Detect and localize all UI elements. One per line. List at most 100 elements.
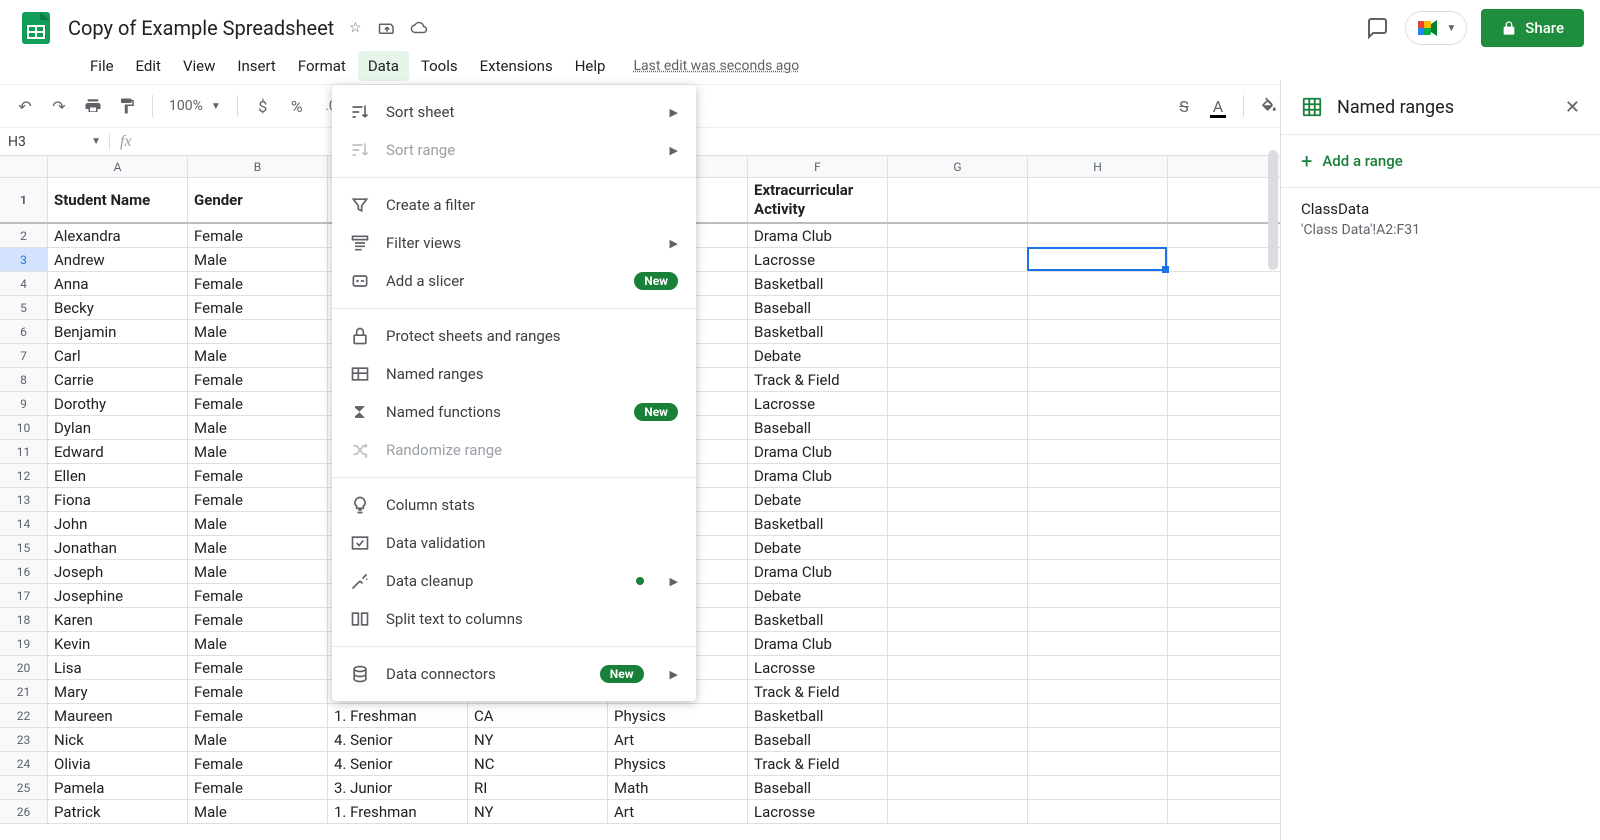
cell[interactable]: Male (188, 536, 328, 559)
row-header[interactable]: 13 (0, 488, 48, 511)
column-header-H[interactable]: H (1028, 156, 1168, 177)
menu-item-add-a-slicer[interactable]: Add a slicerNew (332, 262, 696, 300)
cell[interactable]: Andrew (48, 248, 188, 271)
header-cell[interactable]: Student Name (48, 178, 188, 222)
cell[interactable] (1028, 608, 1168, 631)
cell[interactable] (888, 296, 1028, 319)
cell[interactable]: Track & Field (748, 680, 888, 703)
cell[interactable] (1028, 512, 1168, 535)
star-icon[interactable]: ☆ (346, 19, 364, 37)
vertical-scrollbar[interactable] (1266, 150, 1280, 790)
cell[interactable]: Anna (48, 272, 188, 295)
cell[interactable]: Drama Club (748, 440, 888, 463)
meet-button[interactable]: ▼ (1405, 11, 1467, 45)
cell[interactable] (888, 392, 1028, 415)
last-edit-link[interactable]: Last edit was seconds ago (633, 58, 799, 74)
close-icon[interactable]: ✕ (1565, 97, 1580, 118)
cell[interactable]: Female (188, 272, 328, 295)
cell[interactable]: Debate (748, 584, 888, 607)
cell[interactable]: Baseball (748, 416, 888, 439)
cell[interactable]: Josephine (48, 584, 188, 607)
cell[interactable] (888, 632, 1028, 655)
row-header[interactable]: 18 (0, 608, 48, 631)
cell[interactable]: Baseball (748, 776, 888, 799)
row-header[interactable]: 2 (0, 224, 48, 247)
menu-tools[interactable]: Tools (411, 51, 468, 81)
cell[interactable] (1028, 632, 1168, 655)
cell[interactable] (1028, 464, 1168, 487)
cell[interactable] (1028, 680, 1168, 703)
cell[interactable]: Carrie (48, 368, 188, 391)
cell[interactable]: John (48, 512, 188, 535)
row-header[interactable]: 15 (0, 536, 48, 559)
cell[interactable] (888, 368, 1028, 391)
cell[interactable]: Female (188, 368, 328, 391)
cell[interactable]: Baseball (748, 296, 888, 319)
cell[interactable]: Physics (608, 752, 748, 775)
row-header[interactable]: 9 (0, 392, 48, 415)
strikethrough-button[interactable]: S (1169, 91, 1199, 121)
cell[interactable]: Nick (48, 728, 188, 751)
cell[interactable]: Alexandra (48, 224, 188, 247)
row-header[interactable]: 19 (0, 632, 48, 655)
cell[interactable]: NC (468, 752, 608, 775)
row-header[interactable]: 1 (0, 178, 48, 222)
row-header[interactable]: 24 (0, 752, 48, 775)
cloud-icon[interactable] (410, 19, 428, 37)
row-header[interactable]: 22 (0, 704, 48, 727)
row-header[interactable]: 20 (0, 656, 48, 679)
cell[interactable]: Lacrosse (748, 392, 888, 415)
cell[interactable]: Female (188, 296, 328, 319)
row-header[interactable]: 7 (0, 344, 48, 367)
cell[interactable]: Female (188, 392, 328, 415)
cell[interactable]: 4. Senior (328, 728, 468, 751)
cell[interactable]: Track & Field (748, 752, 888, 775)
cell[interactable] (888, 776, 1028, 799)
row-header[interactable]: 4 (0, 272, 48, 295)
cell[interactable] (1028, 704, 1168, 727)
menu-item-named-ranges[interactable]: Named ranges (332, 355, 696, 393)
cell[interactable] (888, 512, 1028, 535)
header-cell[interactable] (1028, 178, 1168, 222)
cell[interactable]: Drama Club (748, 224, 888, 247)
cell[interactable] (1028, 440, 1168, 463)
cell[interactable]: Ellen (48, 464, 188, 487)
cell[interactable]: Art (608, 728, 748, 751)
cell[interactable] (1028, 416, 1168, 439)
cell[interactable] (888, 608, 1028, 631)
cell[interactable]: 1. Freshman (328, 704, 468, 727)
cell[interactable]: Female (188, 488, 328, 511)
row-header[interactable]: 6 (0, 320, 48, 343)
cell[interactable]: Dorothy (48, 392, 188, 415)
cell[interactable]: RI (468, 776, 608, 799)
cell[interactable]: Patrick (48, 800, 188, 823)
text-color-button[interactable]: A (1203, 91, 1233, 121)
cell[interactable]: Male (188, 440, 328, 463)
cell[interactable]: Male (188, 560, 328, 583)
cell[interactable]: Male (188, 344, 328, 367)
column-header-A[interactable]: A (48, 156, 188, 177)
cell[interactable] (888, 536, 1028, 559)
cell[interactable]: Female (188, 584, 328, 607)
cell[interactable]: 4. Senior (328, 752, 468, 775)
menu-file[interactable]: File (80, 51, 124, 81)
row-header[interactable]: 21 (0, 680, 48, 703)
cell[interactable]: Lacrosse (748, 656, 888, 679)
cell[interactable] (888, 344, 1028, 367)
cell[interactable]: Male (188, 320, 328, 343)
cell[interactable] (1028, 368, 1168, 391)
cell[interactable] (888, 560, 1028, 583)
cell[interactable]: Male (188, 416, 328, 439)
cell[interactable]: Basketball (748, 512, 888, 535)
cell[interactable] (1028, 800, 1168, 823)
cell[interactable] (888, 704, 1028, 727)
cell[interactable] (888, 656, 1028, 679)
cell[interactable] (1028, 536, 1168, 559)
cell[interactable] (1028, 560, 1168, 583)
cell[interactable] (1028, 320, 1168, 343)
cell[interactable]: Edward (48, 440, 188, 463)
row-header[interactable]: 16 (0, 560, 48, 583)
cell[interactable]: Lacrosse (748, 800, 888, 823)
select-all-corner[interactable] (0, 156, 48, 177)
cell[interactable] (888, 464, 1028, 487)
